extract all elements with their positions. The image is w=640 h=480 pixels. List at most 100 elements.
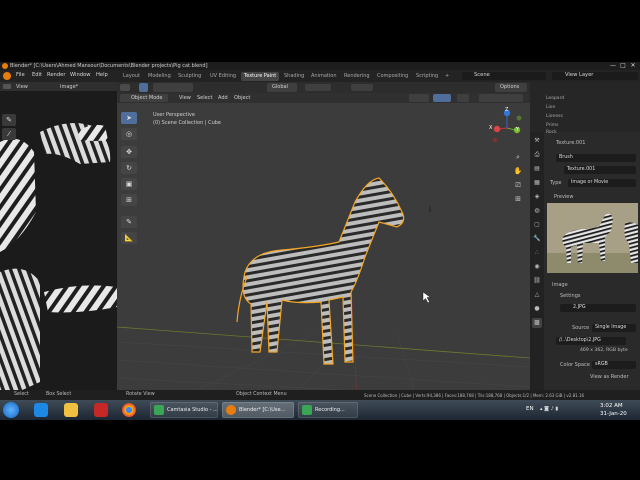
- texture-datablock-field[interactable]: Texture.001: [564, 166, 636, 174]
- annotate-tool[interactable]: ✎: [121, 216, 137, 228]
- tab-uv-editing[interactable]: UV Editing: [207, 72, 239, 81]
- preview-section-label[interactable]: Preview: [554, 194, 573, 200]
- visibility-controls[interactable]: [409, 94, 429, 102]
- status-context-menu: Object Context Menu: [236, 392, 287, 397]
- minimize-button[interactable]: —: [608, 62, 618, 70]
- select-box-tool[interactable]: ➤: [121, 112, 137, 124]
- grid-icon[interactable]: ⊞: [513, 194, 523, 204]
- file-explorer-icon[interactable]: [64, 403, 78, 417]
- source-dropdown[interactable]: Single Image: [592, 324, 636, 332]
- system-tray-icons[interactable]: ▴ ◙ ♪ ▮: [540, 406, 594, 414]
- tab-shading[interactable]: Shading: [281, 72, 307, 81]
- world-tab-icon[interactable]: ◍: [532, 206, 542, 216]
- tool-tab-icon[interactable]: ⚒: [532, 136, 542, 146]
- shading-mode-buttons[interactable]: [479, 94, 523, 102]
- snap-controls[interactable]: [305, 84, 331, 91]
- color-space-dropdown[interactable]: sRGB: [592, 361, 636, 369]
- tab-layout[interactable]: Layout: [120, 72, 143, 81]
- outliner-item[interactable]: Leopard: [546, 96, 564, 101]
- move-tool[interactable]: ✥: [121, 146, 137, 158]
- tab-sculpting[interactable]: Sculpting: [175, 72, 204, 81]
- tab-animation[interactable]: Animation: [308, 72, 340, 81]
- tab-modeling[interactable]: Modeling: [145, 72, 174, 81]
- image-editor-image-menu[interactable]: Image*: [60, 84, 78, 90]
- transform-tool[interactable]: ⊞: [121, 194, 137, 206]
- menu-render[interactable]: Render: [47, 72, 65, 78]
- outliner-item[interactable]: Lion: [546, 105, 555, 110]
- proportional-edit-controls[interactable]: [351, 84, 373, 91]
- overlay-toggle[interactable]: [457, 94, 469, 102]
- scene-tab-icon[interactable]: ◈: [532, 192, 542, 202]
- language-indicator[interactable]: EN: [526, 406, 534, 412]
- clock-time[interactable]: 3:02 AM: [600, 403, 623, 409]
- tab-texture-paint[interactable]: Texture Paint: [241, 72, 280, 81]
- taskbar-recording[interactable]: Recording...: [298, 402, 358, 418]
- constraint-tab-icon[interactable]: ⛓: [532, 276, 542, 286]
- filepath-field[interactable]: //..\Desktop\2.JPG: [556, 337, 626, 345]
- selection-mode-buttons[interactable]: [153, 83, 193, 92]
- clock-date[interactable]: 31-Jan-20: [600, 411, 627, 417]
- particles-tab-icon[interactable]: ∴: [532, 248, 542, 258]
- outliner-item[interactable]: Prims: [546, 123, 558, 128]
- menu-window[interactable]: Window: [70, 72, 90, 78]
- image-editor-view-menu[interactable]: View: [16, 84, 28, 90]
- settings-section-label[interactable]: Settings: [560, 293, 581, 299]
- physics-tab-icon[interactable]: ◉: [532, 262, 542, 272]
- image-section-label[interactable]: Image: [552, 282, 568, 288]
- soften-brush-icon[interactable]: ⁄: [2, 128, 16, 140]
- viewport-menu-object[interactable]: Object: [234, 95, 250, 101]
- gizmo-toggle[interactable]: [433, 94, 451, 102]
- add-workspace-button[interactable]: +: [442, 72, 452, 81]
- menu-edit[interactable]: Edit: [32, 72, 42, 78]
- view-as-render-checkbox[interactable]: View as Render: [590, 374, 629, 380]
- taskbar-blender[interactable]: Blender* [C:\Use...: [222, 402, 294, 418]
- draw-brush-icon[interactable]: ✎: [2, 114, 16, 126]
- editor-type-icon[interactable]: [3, 84, 11, 89]
- tab-rendering[interactable]: Rendering: [341, 72, 373, 81]
- image-editor-toolbar: ✎ ⁄: [2, 114, 20, 234]
- adobe-icon[interactable]: [94, 403, 108, 417]
- modifier-tab-icon[interactable]: 🔧: [532, 234, 542, 244]
- select-mode-icon[interactable]: [139, 83, 148, 92]
- tab-scripting[interactable]: Scripting: [413, 72, 441, 81]
- chrome-icon[interactable]: [122, 403, 136, 417]
- image-datablock-field[interactable]: 2.JPG: [560, 304, 636, 312]
- context-dropdown[interactable]: Brush: [556, 154, 636, 162]
- zoom-icon[interactable]: ⌕: [513, 152, 523, 162]
- texture-tab-icon[interactable]: ▩: [532, 318, 542, 328]
- taskbar-camtasia-label: Camtasia Studio - ...: [167, 407, 218, 413]
- source-label: Source: [572, 325, 590, 331]
- rotate-tool[interactable]: ↻: [121, 162, 137, 174]
- camera-icon[interactable]: ⎚: [513, 180, 523, 190]
- blender-menu-icon[interactable]: [3, 72, 11, 80]
- data-tab-icon[interactable]: △: [532, 290, 542, 300]
- measure-tool[interactable]: 📐: [121, 232, 137, 244]
- taskbar-camtasia[interactable]: Camtasia Studio - ...: [150, 402, 218, 418]
- outliner-item[interactable]: Lioness: [546, 114, 563, 119]
- cursor-tool[interactable]: ◎: [121, 128, 137, 140]
- media-player-icon[interactable]: [34, 403, 48, 417]
- object-tab-icon[interactable]: ▢: [532, 220, 542, 230]
- view-layer-tab-icon[interactable]: ▦: [532, 178, 542, 188]
- texture-type-dropdown[interactable]: Image or Movie: [568, 179, 636, 187]
- scale-tool[interactable]: ▣: [121, 178, 137, 190]
- render-tab-icon[interactable]: ⎙: [532, 150, 542, 160]
- menu-file[interactable]: File: [16, 72, 25, 78]
- editor-type-icon[interactable]: [120, 84, 130, 91]
- output-tab-icon[interactable]: ▤: [532, 164, 542, 174]
- menu-help[interactable]: Help: [96, 72, 108, 78]
- 3d-viewport[interactable]: Global Options Object Mode View Select A…: [117, 82, 530, 400]
- tab-compositing[interactable]: Compositing: [374, 72, 411, 81]
- material-tab-icon[interactable]: ●: [532, 304, 542, 314]
- maximize-button[interactable]: □: [618, 62, 628, 70]
- viewport-menu-select[interactable]: Select: [197, 95, 212, 101]
- outliner-item[interactable]: Rock: [546, 130, 557, 135]
- viewport-menu-view[interactable]: View: [179, 95, 191, 101]
- orientation-label: Global: [272, 84, 288, 90]
- close-button[interactable]: ✕: [628, 62, 638, 70]
- viewport-menu-add[interactable]: Add: [218, 95, 228, 101]
- start-button[interactable]: [3, 402, 19, 418]
- pan-hand-icon[interactable]: ✋: [513, 166, 523, 176]
- image-editor[interactable]: View Image* ✎ ⁄: [0, 82, 117, 400]
- outliner[interactable]: Leopard Lion Lioness Prims Rock: [530, 82, 640, 135]
